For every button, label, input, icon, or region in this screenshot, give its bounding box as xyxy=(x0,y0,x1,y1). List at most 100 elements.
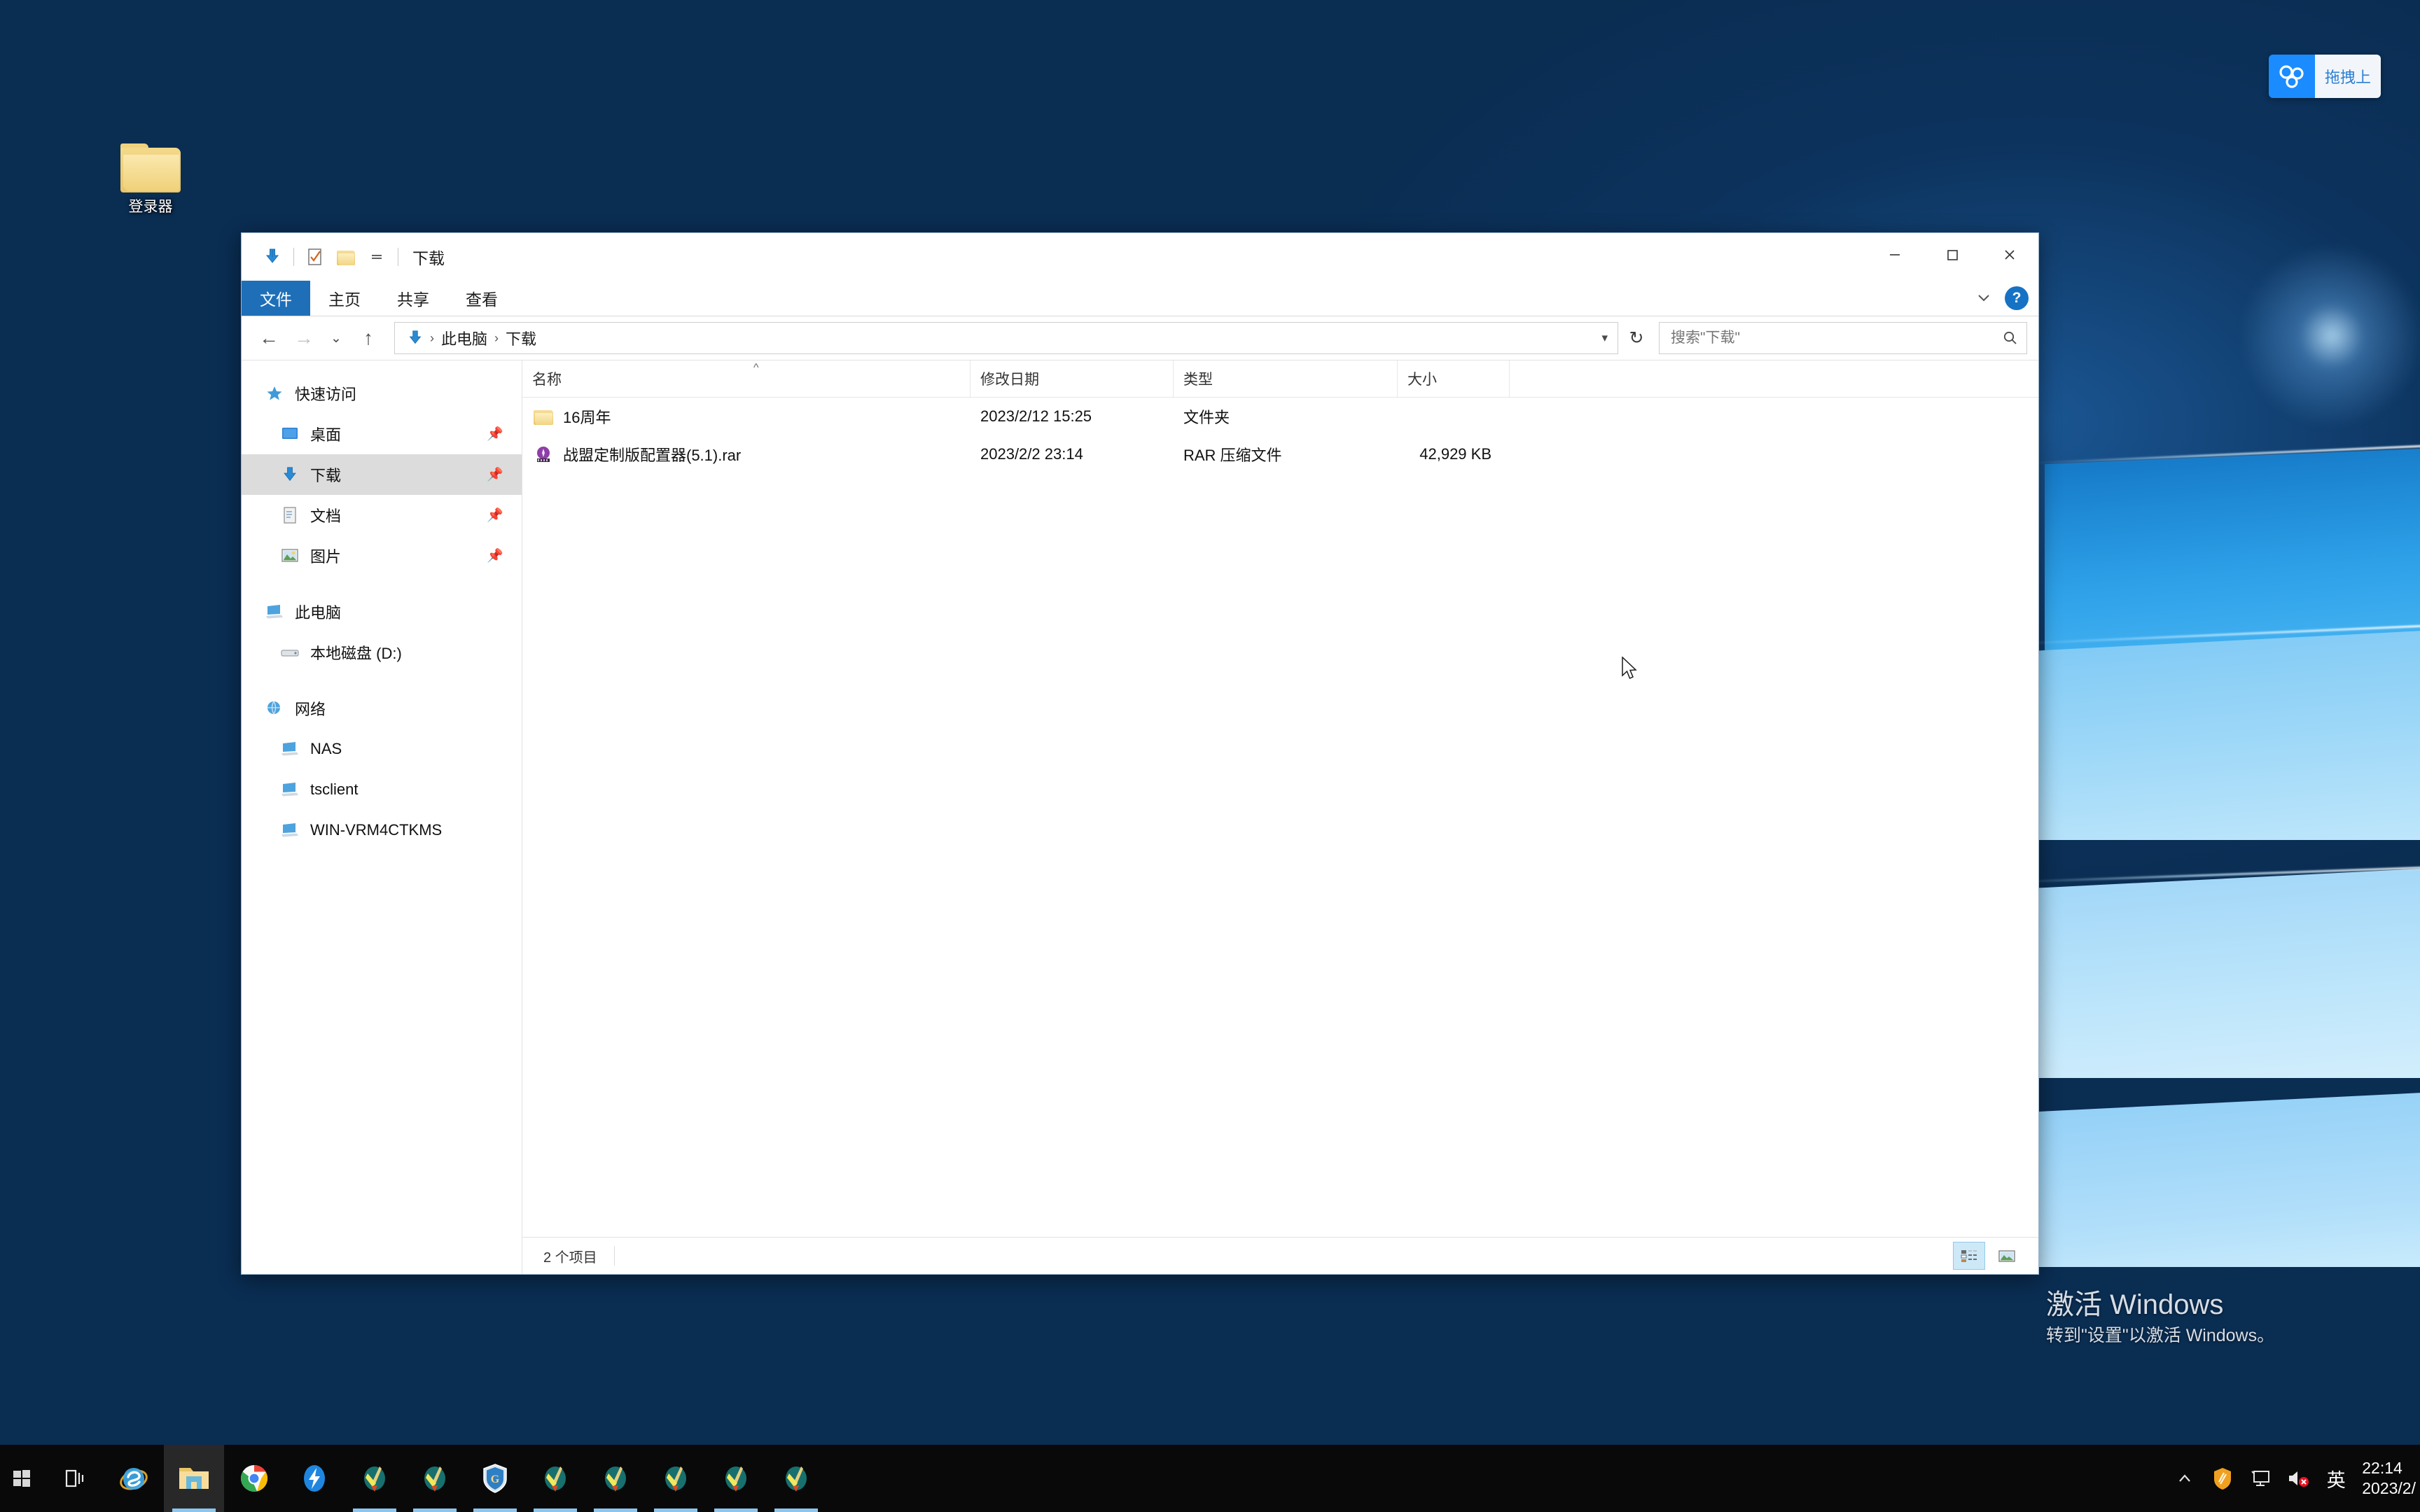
column-header-name[interactable]: 名称 xyxy=(522,360,971,397)
game-client-icon[interactable] xyxy=(585,1445,646,1512)
table-row[interactable]: 战盟定制版配置器(5.1).rar 2023/2/2 23:14 RAR 压缩文… xyxy=(522,435,2038,473)
tab-home[interactable]: 主页 xyxy=(310,281,379,316)
navigation-pane: 快速访问 桌面 📌 下载 📌 文档 📌 图片 📌 此电脑 本地磁盘 (D:) 网… xyxy=(242,360,522,1274)
recent-locations-button[interactable]: ⌄ xyxy=(323,322,349,354)
start-button[interactable] xyxy=(0,1445,43,1512)
maximize-button[interactable] xyxy=(1924,233,1981,276)
customize-toolbar-icon[interactable] xyxy=(361,241,392,273)
wallpaper-light-source xyxy=(2227,231,2420,441)
show-hidden-icons-chevron[interactable] xyxy=(2166,1445,2204,1512)
thunder-app-icon[interactable] xyxy=(284,1445,345,1512)
breadcrumb-separator-1: › xyxy=(430,330,434,345)
sidebar-item-win-vrm4ctkms[interactable]: WIN-VRM4CTKMS xyxy=(242,810,522,850)
minimize-button[interactable] xyxy=(1866,233,1924,276)
help-button[interactable]: ? xyxy=(2005,286,2029,310)
game-client-icon[interactable] xyxy=(405,1445,465,1512)
screen: 登录器 拖拽上 下载 文件 主页 共享 查看 ? ← → ⌄ ↑ › 此电脑 ›… xyxy=(0,0,2420,1512)
properties-icon[interactable] xyxy=(300,241,331,273)
new-folder-icon[interactable] xyxy=(331,241,361,273)
up-button[interactable]: ↑ xyxy=(352,322,384,354)
volume-muted-icon[interactable] xyxy=(2279,1445,2317,1512)
column-header-type[interactable]: 类型 xyxy=(1174,360,1398,397)
file-rows: 16周年 2023/2/12 15:25 文件夹 战盟定制版配置器(5.1).r… xyxy=(522,398,2038,1237)
game-sword-icon xyxy=(720,1462,752,1494)
file-type: RAR 压缩文件 xyxy=(1183,447,1282,464)
details-view-button[interactable] xyxy=(1953,1242,1985,1270)
breadcrumb-item-downloads[interactable]: 下载 xyxy=(501,327,541,349)
forward-button[interactable]: → xyxy=(288,322,320,354)
tab-share[interactable]: 共享 xyxy=(379,281,447,316)
table-row[interactable]: 16周年 2023/2/12 15:25 文件夹 xyxy=(522,398,2038,435)
network-monitor-icon[interactable] xyxy=(2241,1445,2279,1512)
game-client-icon[interactable] xyxy=(345,1445,405,1512)
tab-view[interactable]: 查看 xyxy=(447,281,516,316)
file-explorer-icon[interactable] xyxy=(164,1445,224,1512)
search-box[interactable] xyxy=(1659,322,2027,354)
clock-date: 2023/2/ xyxy=(2362,1479,2416,1497)
game-client-icon[interactable] xyxy=(706,1445,766,1512)
ribbon-tabs: 文件 主页 共享 查看 ? xyxy=(242,281,2038,316)
ime-indicator[interactable]: 英 xyxy=(2317,1445,2355,1512)
svg-text:G: G xyxy=(491,1474,500,1485)
sidebar-label: 快速访问 xyxy=(295,386,357,403)
chevron-down-icon[interactable] xyxy=(1974,291,1994,305)
large-icons-view-button[interactable] xyxy=(1991,1242,2023,1270)
sidebar-item-documents[interactable]: 文档 📌 xyxy=(242,495,522,536)
back-button[interactable]: ← xyxy=(253,322,285,354)
google-chrome-icon[interactable] xyxy=(224,1445,284,1512)
sidebar-item-desktop[interactable]: 桌面 📌 xyxy=(242,414,522,454)
column-headers: ^ 名称 修改日期 类型 大小 xyxy=(522,360,2038,398)
sidebar-item-nas[interactable]: NAS xyxy=(242,729,522,769)
file-name: 战盟定制版配置器(5.1).rar xyxy=(563,447,742,464)
close-button[interactable] xyxy=(1981,233,2038,276)
tab-file[interactable]: 文件 xyxy=(242,281,310,316)
documents-icon xyxy=(278,505,302,526)
sidebar-label: 网络 xyxy=(295,701,326,718)
sidebar-label: 本地磁盘 (D:) xyxy=(310,645,402,662)
breadcrumb-dropdown-icon[interactable]: ▾ xyxy=(1601,331,1613,345)
downloads-icon xyxy=(278,464,302,485)
game-client-icon[interactable] xyxy=(646,1445,706,1512)
pin-icon[interactable]: 📌 xyxy=(487,507,503,524)
sidebar-item-this-pc[interactable]: 此电脑 xyxy=(242,592,522,632)
desktop-icon-denglu[interactable]: 登录器 xyxy=(91,144,210,216)
sidebar-item-quick-access[interactable]: 快速访问 xyxy=(242,373,522,414)
window-titlebar[interactable]: 下载 xyxy=(242,233,2038,281)
sidebar-item-pictures[interactable]: 图片 📌 xyxy=(242,536,522,576)
search-input[interactable] xyxy=(1669,329,2001,347)
task-view-icon[interactable] xyxy=(43,1445,104,1512)
taskbar-clock[interactable]: 22:14 2023/2/ xyxy=(2355,1445,2420,1512)
game-sword-icon xyxy=(539,1462,571,1494)
sidebar-item-downloads[interactable]: 下载 📌 xyxy=(242,454,522,495)
status-bar: 2 个项目 xyxy=(522,1237,2038,1274)
sidebar-item-local-disk-d[interactable]: 本地磁盘 (D:) xyxy=(242,632,522,673)
pin-icon[interactable]: 📌 xyxy=(487,466,503,483)
pin-icon[interactable]: 📌 xyxy=(487,426,503,442)
sidebar-item-tsclient[interactable]: tsclient xyxy=(242,769,522,810)
game-client-icon[interactable] xyxy=(525,1445,585,1512)
sidebar-label: 图片 xyxy=(310,548,342,566)
taskbar: G 英 22:14 2023/2/ xyxy=(0,1445,2420,1512)
shield-app-icon[interactable]: G xyxy=(465,1445,525,1512)
sidebar-label: 文档 xyxy=(310,507,342,525)
downloads-icon[interactable] xyxy=(257,241,288,273)
game-sword-icon xyxy=(599,1462,632,1494)
quick-access-toolbar xyxy=(242,241,404,273)
file-name-cell: 16周年 xyxy=(522,405,971,428)
breadcrumb-item-this-pc[interactable]: 此电脑 xyxy=(437,327,492,349)
drive-icon xyxy=(278,642,302,663)
rar-archive-icon xyxy=(532,444,555,465)
column-header-size[interactable]: 大小 xyxy=(1398,360,1510,397)
sidebar-item-network[interactable]: 网络 xyxy=(242,688,522,729)
file-size: 42,929 KB xyxy=(1419,445,1491,463)
refresh-button[interactable]: ↻ xyxy=(1621,323,1652,354)
breadcrumb[interactable]: › 此电脑 › 下载 ▾ xyxy=(394,322,1618,354)
internet-explorer-icon[interactable] xyxy=(104,1445,164,1512)
pin-icon[interactable]: 📌 xyxy=(487,547,503,564)
column-header-date[interactable]: 修改日期 xyxy=(971,360,1174,397)
file-type: 文件夹 xyxy=(1183,409,1230,426)
security-shield-icon[interactable] xyxy=(2204,1445,2241,1512)
sidebar-label: 此电脑 xyxy=(295,604,342,622)
baidu-netdisk-upload-widget[interactable]: 拖拽上 xyxy=(2269,55,2381,98)
game-client-icon[interactable] xyxy=(766,1445,826,1512)
